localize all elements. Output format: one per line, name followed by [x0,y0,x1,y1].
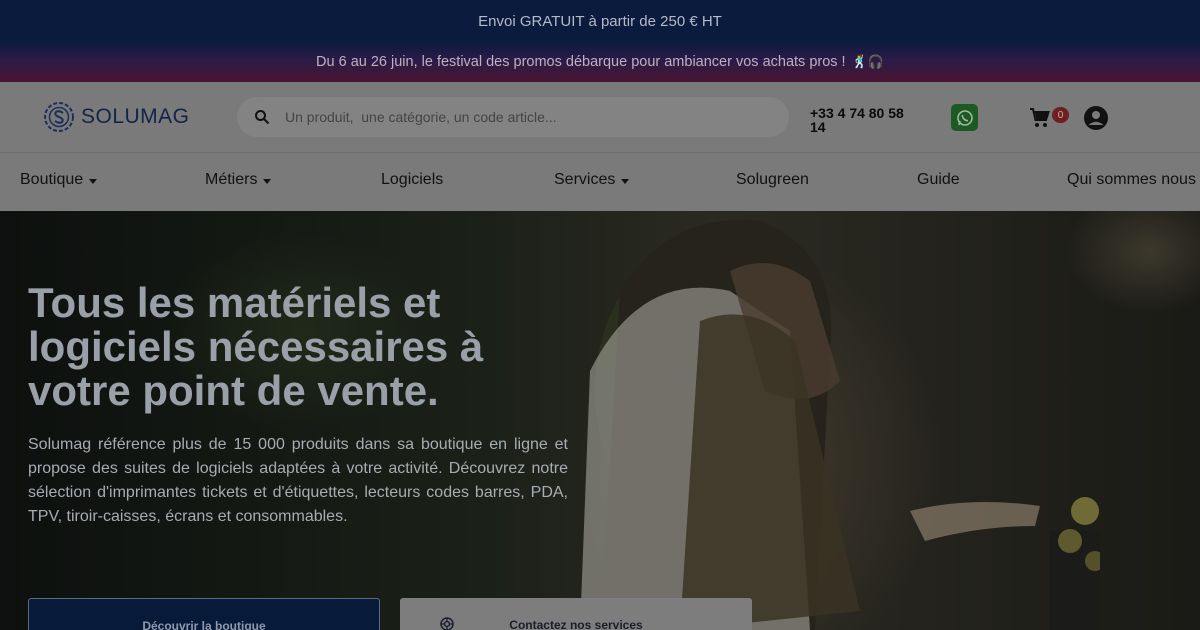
hero-title: Tous les matériels et logiciels nécessai… [28,279,484,414]
account-icon[interactable] [1083,105,1109,131]
contact-services-button[interactable]: Contactez nos services [400,598,752,630]
nav-item-metiers[interactable]: Métiers [205,171,272,189]
nav-item-label: Guide [917,171,960,188]
caret-down-icon [621,178,630,184]
nav-item-guide[interactable]: Guide [917,171,960,189]
search-bar[interactable] [237,97,789,137]
hero-section: Tous les matériels et logiciels nécessai… [0,211,1200,630]
nav-item-label: Métiers [205,171,258,188]
discover-shop-label: Découvrir la boutique [142,619,266,630]
caret-down-icon [89,178,98,184]
nav-item-label: Qui sommes nous [1067,171,1196,188]
hero-description: Solumag référence plus de 15 000 produit… [28,436,568,525]
nav-item-logiciels[interactable]: Logiciels [381,171,443,189]
nav-item-label: Services [554,171,616,188]
free-shipping-banner: Envoi GRATUIT à partir de 250 € HT [0,0,1200,42]
free-shipping-text: Envoi GRATUIT à partir de 250 € HT [478,12,722,30]
discover-shop-button[interactable]: Découvrir la boutique [28,598,380,630]
lifebuoy-icon [440,617,454,630]
hero-photo [580,219,1100,630]
cart-icon[interactable] [1028,106,1052,130]
nav-item-label: Solugreen [736,171,809,188]
search-input[interactable] [285,109,765,125]
cart-count-badge: 0 [1052,107,1069,123]
contact-services-label: Contactez nos services [509,618,643,630]
site-header: SOLUMAG +33 4 74 80 58 14 [0,82,1200,152]
main-nav: Boutique Métiers Logiciels Services Solu… [0,152,1200,211]
nav-item-boutique[interactable]: Boutique [20,171,98,189]
nav-item-qui-sommes-nous[interactable]: Qui sommes nous [1067,171,1196,189]
nav-item-services[interactable]: Services [554,171,630,189]
nav-item-label: Boutique [20,171,84,188]
logo-mark-icon [44,102,74,132]
promo-banner[interactable]: Du 6 au 26 juin, le festival des promos … [0,42,1200,82]
whatsapp-icon [956,109,973,126]
logo[interactable]: SOLUMAG [43,101,190,133]
search-icon[interactable] [254,109,270,125]
phone-number[interactable]: +33 4 74 80 58 14 [810,106,920,134]
nav-item-solugreen[interactable]: Solugreen [736,171,809,189]
nav-item-label: Logiciels [381,171,444,188]
caret-down-icon [263,178,272,184]
promo-text: Du 6 au 26 juin, le festival des promos … [316,54,846,70]
whatsapp-button[interactable] [951,104,978,131]
logo-text: SOLUMAG [81,105,190,128]
promo-emoji: 🕺🎧 [851,54,884,69]
